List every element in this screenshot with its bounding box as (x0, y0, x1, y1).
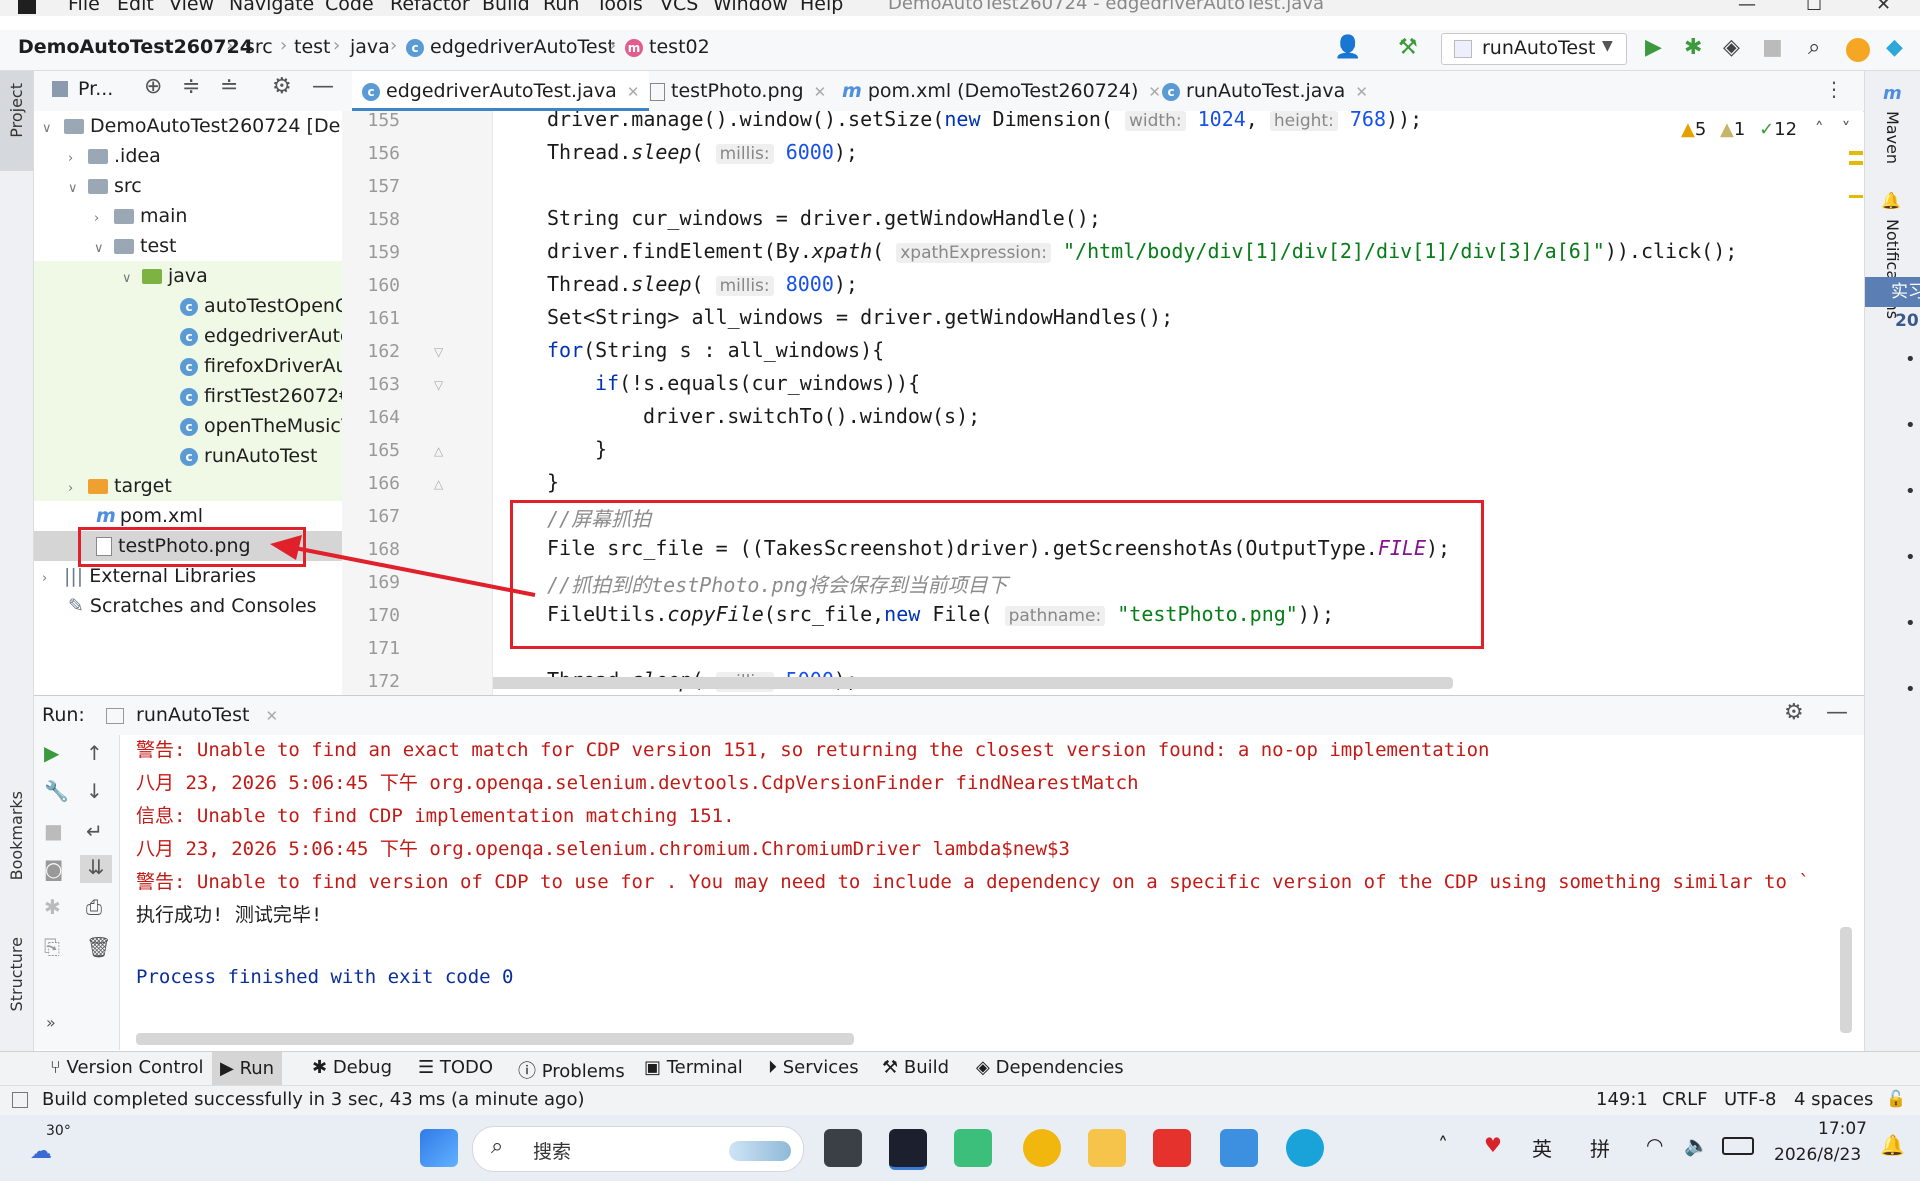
search-placeholder: 搜索 (533, 1141, 572, 1163)
maven-icon: m (1883, 83, 1902, 104)
wps-icon[interactable] (1153, 1129, 1191, 1167)
tool-services[interactable]: ⏵ Services (768, 1057, 859, 1078)
indent-setting[interactable]: 4 spaces (1794, 1089, 1873, 1110)
intellij-taskbar-icon[interactable] (889, 1129, 927, 1170)
tool-label: Debug (332, 1057, 393, 1078)
weather-icon[interactable]: ☁ (30, 1139, 52, 1164)
edge-icon[interactable] (1286, 1129, 1324, 1167)
right-tool-stripe: m Maven 🔔 Notifications 实习 20 • • • • • … (1864, 71, 1920, 1051)
horizontal-scrollbar[interactable] (136, 1033, 854, 1045)
annotation-arrow-line (294, 546, 536, 597)
more-icon[interactable]: » (46, 1013, 56, 1032)
ime-mode[interactable]: 拼 (1590, 1133, 1610, 1162)
clock-time[interactable]: 17:07 (1818, 1119, 1867, 1139)
lock-icon[interactable]: 🔓 (1886, 1089, 1906, 1108)
console-line: Process finished with exit code 0 (136, 966, 514, 988)
ime-language[interactable]: 英 (1532, 1133, 1552, 1162)
run-panel-header: Run: runAutoTest ✕ ⚙ — (34, 695, 1864, 737)
tool-window-bar: ⑂ Version Control ▶ Run ✱ Debug ☰ TODO ⓘ… (0, 1051, 1920, 1086)
wifi-icon[interactable]: ◠ (1646, 1133, 1663, 1157)
tool-run[interactable]: ▶ Run (212, 1052, 283, 1086)
scroll-to-end-icon[interactable]: ⇊ (80, 855, 112, 883)
bullet-icon: • (1905, 415, 1916, 436)
bullet-icon: • (1905, 613, 1916, 634)
task-view-icon[interactable] (824, 1129, 862, 1167)
stop-icon[interactable]: ■ (44, 819, 63, 843)
tool-label: Services (782, 1057, 859, 1078)
notification-center-icon[interactable]: 🔔 (1880, 1133, 1905, 1157)
tool-terminal[interactable]: ▣ Terminal (644, 1057, 743, 1078)
taskbar-search[interactable]: ⌕ 搜索 (472, 1126, 804, 1172)
console-line: 警告: Unable to find an exact match for CD… (136, 739, 1490, 761)
caret-position[interactable]: 149:1 (1596, 1089, 1648, 1110)
tool-label: Version Control (66, 1057, 204, 1078)
hide-icon[interactable]: — (1826, 700, 1848, 725)
run-tab-label: runAutoTest (136, 704, 250, 726)
status-bar: Build completed successfully in 3 sec, 4… (0, 1085, 1920, 1116)
soft-wrap-icon[interactable]: ↵ (86, 819, 103, 843)
tool-label: Run (239, 1058, 275, 1079)
bullet-icon: • (1905, 547, 1916, 568)
bell-icon: 🔔 (1881, 191, 1901, 210)
tool-label: Build (903, 1057, 950, 1078)
notepad-icon[interactable] (1220, 1129, 1258, 1167)
line-separator[interactable]: CRLF (1662, 1089, 1707, 1110)
arrow-down-icon[interactable]: ↓ (86, 779, 103, 803)
battery-icon[interactable] (1722, 1137, 1754, 1155)
status-message[interactable]: Build completed successfully in 3 sec, 4… (42, 1089, 585, 1110)
run-config-icon (106, 707, 124, 724)
notification-badge[interactable]: 实习 (1865, 277, 1920, 307)
tool-label: TODO (439, 1057, 494, 1078)
maven-stripe-label[interactable]: Maven (1883, 111, 1902, 164)
weather-temp: 30° (46, 1123, 71, 1139)
windows-taskbar: ☁ 30° ⌕ 搜索 ˄ ♥ 英 拼 ◠ 🔈 17:07 2026/8/23 🔔 (0, 1115, 1920, 1181)
tool-version-control[interactable]: ⑂ Version Control (50, 1057, 204, 1078)
annotation-arrow-head (270, 535, 302, 560)
tool-dependencies[interactable]: ◈ Dependencies (976, 1057, 1124, 1078)
run-tab[interactable]: runAutoTest ✕ (106, 696, 278, 734)
clock-date[interactable]: 2026/8/23 (1774, 1145, 1861, 1165)
wrench-icon[interactable]: 🔧 (44, 779, 69, 803)
status-toggle-icon[interactable] (12, 1092, 28, 1108)
tool-label: Dependencies (995, 1057, 1124, 1078)
tool-label: Terminal (666, 1057, 743, 1078)
debug-icon[interactable]: ✱ (44, 895, 61, 919)
speaker-icon[interactable]: 🔈 (1684, 1133, 1709, 1157)
bullet-icon: • (1905, 679, 1916, 700)
search-icon: ⌕ (491, 1134, 504, 1159)
tool-label: Problems (541, 1061, 625, 1082)
close-icon[interactable]: ✕ (266, 707, 279, 725)
print-icon[interactable]: ⎙ (86, 895, 102, 919)
exit-icon[interactable]: ⎘ (44, 935, 60, 959)
notification-year: 20 (1895, 311, 1919, 331)
file-encoding[interactable]: UTF-8 (1724, 1089, 1776, 1110)
arrow-up-icon[interactable]: ↑ (86, 741, 103, 765)
start-menu-icon[interactable] (420, 1129, 458, 1167)
rerun-icon[interactable]: ▶ (44, 741, 59, 765)
console-line: 八月 23, 2026 5:06:45 下午 org.openqa.seleni… (136, 838, 1070, 860)
run-toolbar: ▶ 🔧 ■ ◙ ✱ ⎘ » ↑ ↓ ↵ ⇊ ⎙ 🗑 (34, 735, 120, 1050)
chevron-up-icon[interactable]: ˄ (1438, 1133, 1448, 1157)
file-explorer-icon[interactable] (1088, 1129, 1126, 1167)
tool-build[interactable]: ⚒ Build (882, 1057, 949, 1078)
console-output[interactable]: 警告: Unable to find an exact match for CD… (120, 735, 1864, 1050)
console-line: 执行成功! 测试完毕! (136, 904, 323, 926)
browser-app-icon[interactable] (1023, 1129, 1061, 1167)
console-line: 警告: Unable to find version of CDP to use… (136, 871, 1810, 893)
gear-icon[interactable]: ⚙ (1784, 700, 1804, 725)
search-highlight-icon (729, 1141, 791, 1161)
vertical-scrollbar[interactable] (1840, 927, 1852, 1033)
tool-problems[interactable]: ⓘ Problems (518, 1057, 625, 1083)
bullet-icon: • (1905, 481, 1916, 502)
bit-app-icon[interactable] (954, 1129, 992, 1167)
console-line: 信息: Unable to find CDP implementation ma… (136, 805, 735, 827)
trash-icon[interactable]: 🗑 (86, 935, 111, 959)
bullet-icon: • (1905, 349, 1916, 370)
run-panel-label: Run: (42, 704, 85, 726)
tool-debug[interactable]: ✱ Debug (312, 1057, 392, 1078)
antivirus-icon[interactable]: ♥ (1484, 1133, 1502, 1157)
camera-icon[interactable]: ◙ (44, 857, 63, 881)
console-line: 八月 23, 2026 5:06:45 下午 org.openqa.seleni… (136, 772, 1139, 794)
tool-todo[interactable]: ☰ TODO (418, 1057, 493, 1078)
